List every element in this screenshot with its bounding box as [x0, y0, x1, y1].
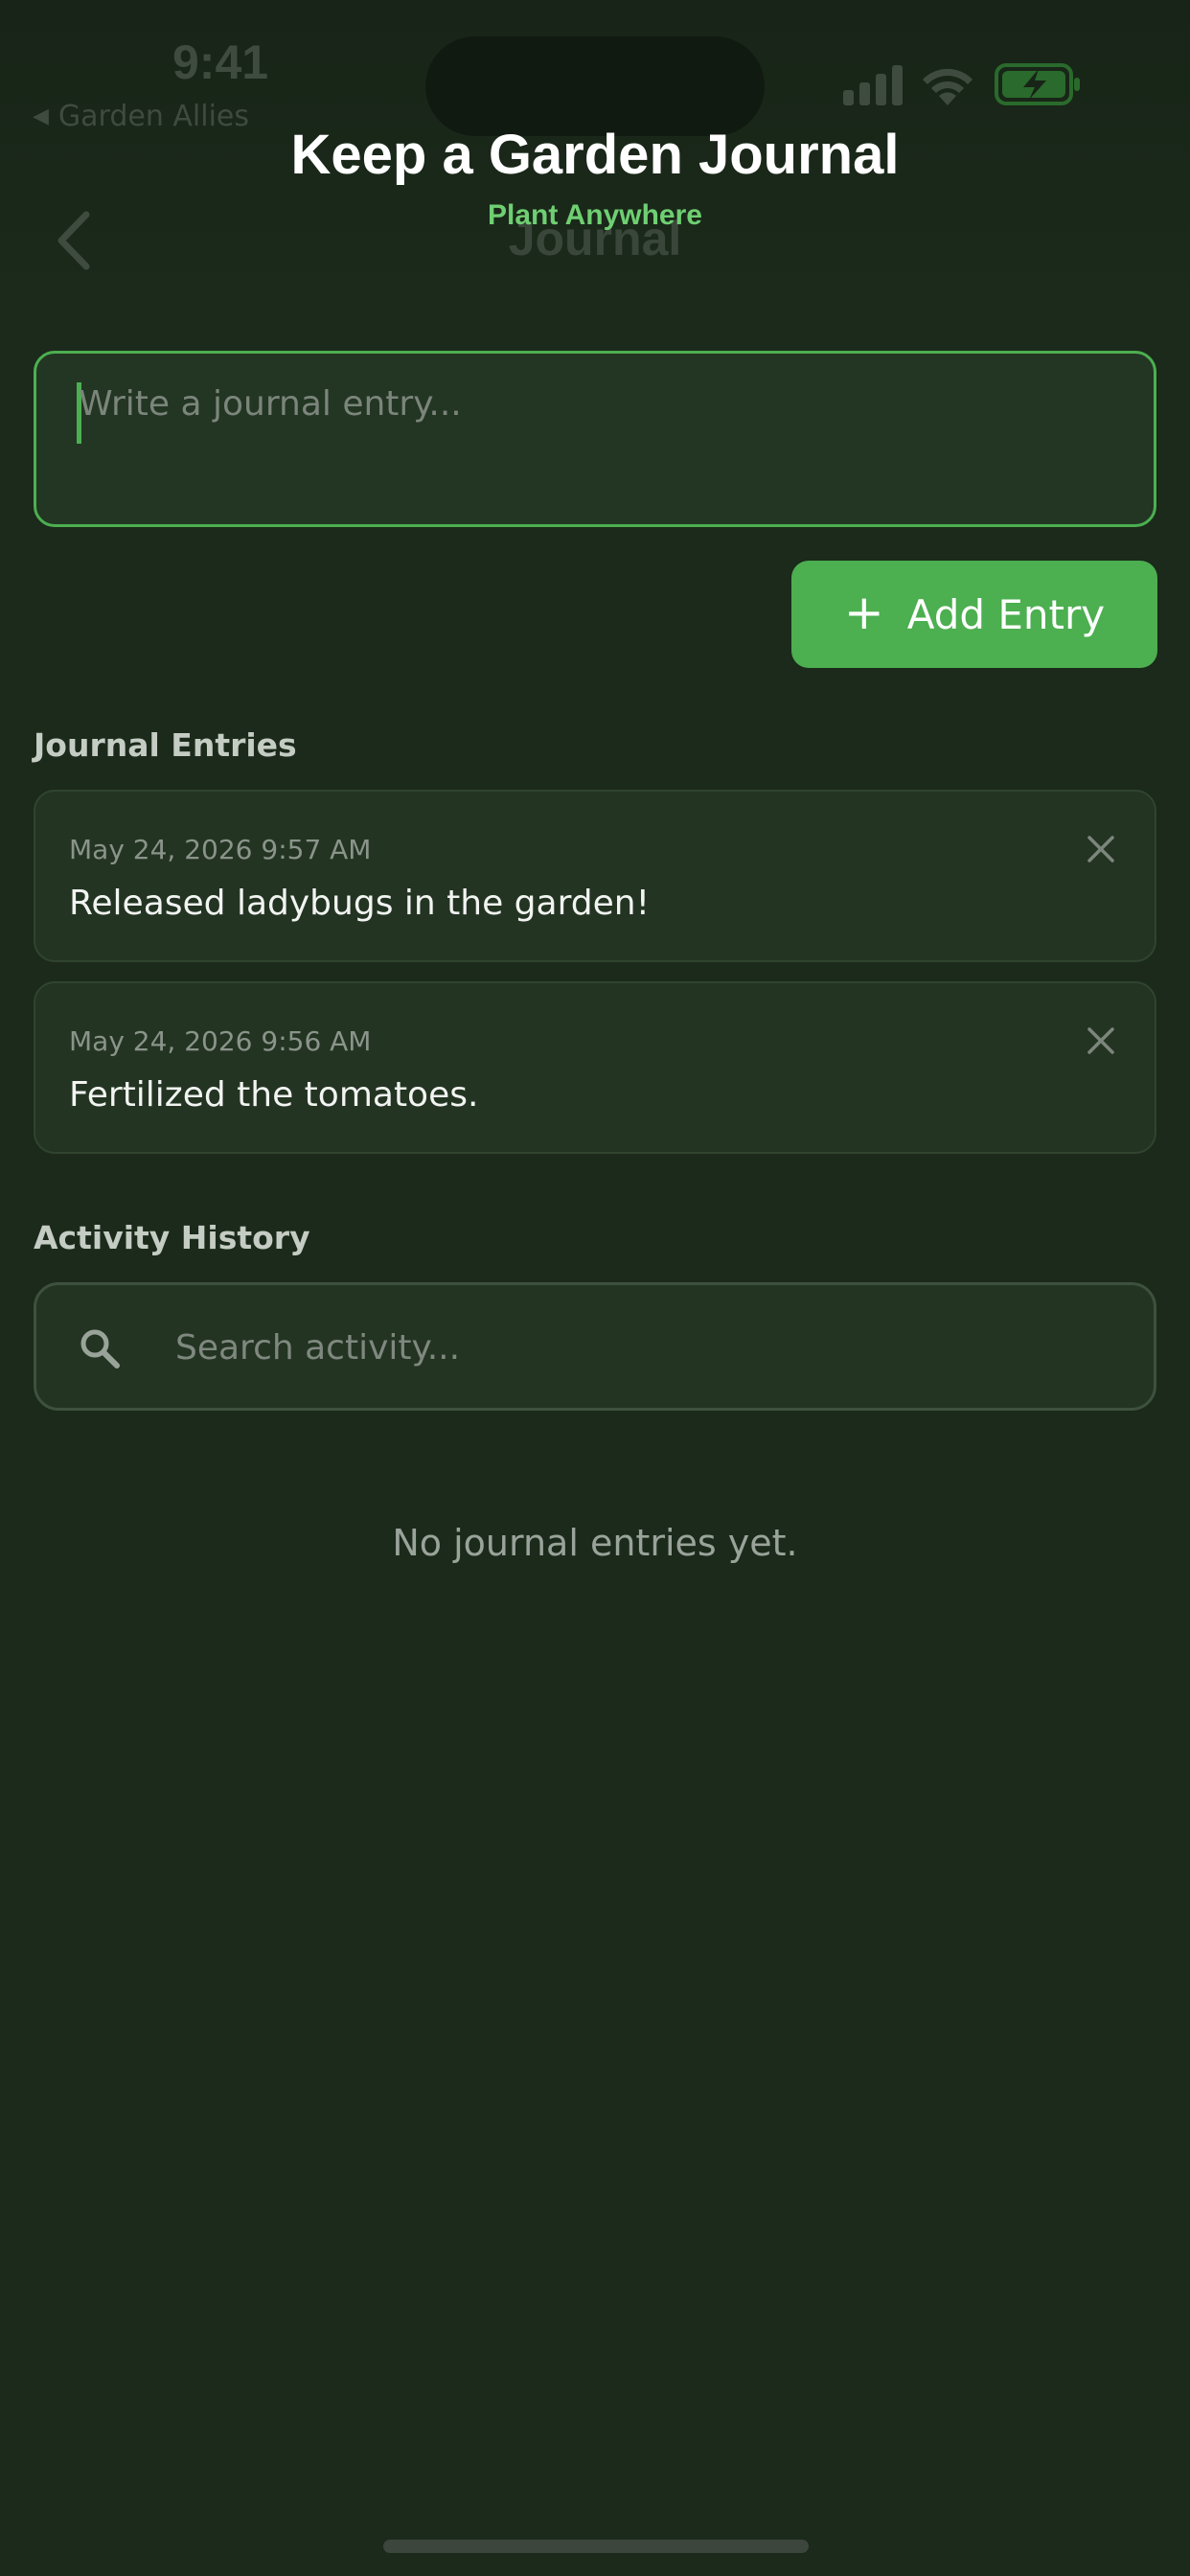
journal-entry-field[interactable] [34, 351, 1156, 527]
battery-charging-icon [995, 63, 1080, 105]
entry-date: May 24, 2026 9:56 AM [69, 1025, 372, 1057]
delete-entry-close-icon[interactable] [1084, 1024, 1118, 1058]
add-entry-button[interactable]: + Add Entry [791, 561, 1157, 668]
cellular-signal-icon [843, 65, 903, 105]
journal-entries-heading: Journal Entries [34, 726, 297, 764]
dynamic-island [425, 36, 765, 136]
wifi-icon [923, 68, 973, 105]
activity-search-field[interactable] [34, 1282, 1156, 1411]
delete-entry-close-icon[interactable] [1084, 832, 1118, 866]
entry-date: May 24, 2026 9:57 AM [69, 834, 372, 865]
journal-entry-input[interactable] [79, 384, 1133, 499]
home-indicator[interactable] [383, 2540, 809, 2553]
activity-search-input[interactable] [175, 1314, 1114, 1381]
empty-state-message: No journal entries yet. [392, 1522, 798, 1564]
plus-icon: + [843, 585, 884, 640]
activity-history-heading: Activity History [34, 1219, 310, 1256]
journal-entry-card: May 24, 2026 9:57 AM Released ladybugs i… [34, 790, 1156, 962]
search-icon [80, 1329, 120, 1368]
entry-text: Fertilized the tomatoes. [69, 1075, 479, 1115]
add-entry-label: Add Entry [906, 590, 1106, 638]
entry-text: Released ladybugs in the garden! [69, 884, 651, 923]
journal-entry-card: May 24, 2026 9:56 AM Fertilized the toma… [34, 981, 1156, 1154]
banner-title: Keep a Garden Journal [290, 124, 900, 186]
status-time: 9:41 [172, 35, 269, 89]
banner-subtitle: Plant Anywhere [488, 199, 702, 231]
